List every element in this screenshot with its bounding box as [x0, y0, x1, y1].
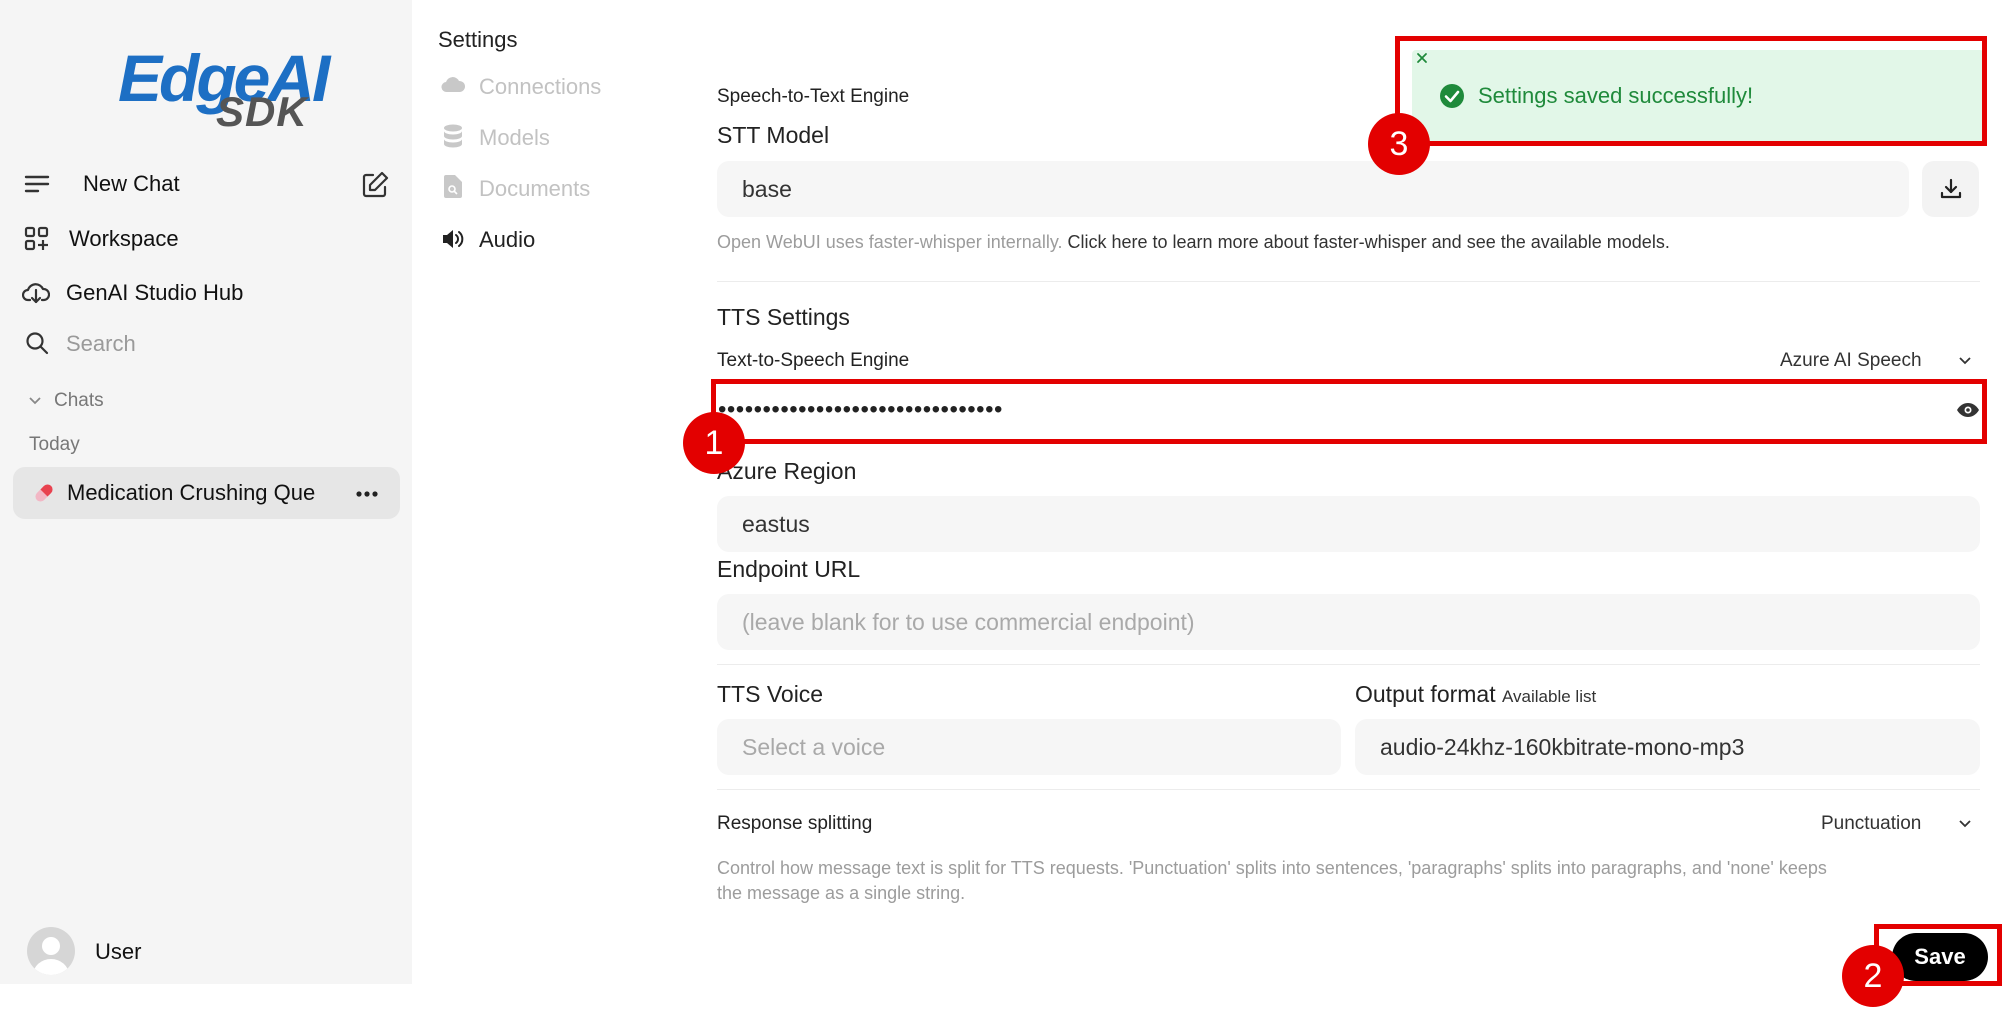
speaker-icon — [441, 228, 465, 250]
chat-item-title: Medication Crushing Que — [67, 480, 316, 505]
search-icon — [25, 331, 49, 355]
today-label: Today — [29, 434, 80, 455]
tts-settings-title: TTS Settings — [717, 304, 850, 330]
database-icon — [443, 124, 463, 148]
stt-model-field[interactable]: base — [717, 161, 1909, 217]
stt-help-muted: Open WebUI uses faster-whisper internall… — [717, 232, 1063, 252]
output-format-field[interactable]: audio-24khz-160kbitrate-mono-mp3 — [1355, 719, 1980, 775]
tts-engine-select[interactable]: Azure AI Speech — [1780, 350, 1922, 372]
chevron-down-icon[interactable] — [28, 396, 42, 406]
user-name[interactable]: User — [95, 939, 141, 965]
sidebar-item-genai-hub[interactable]: GenAI Studio Hub — [66, 280, 243, 306]
tab-connections[interactable]: Connections — [479, 74, 601, 100]
response-splitting-label: Response splitting — [717, 813, 873, 834]
azure-region-value: eastus — [742, 511, 810, 537]
stt-help-text: Open WebUI uses faster-whisper internall… — [717, 232, 1670, 253]
download-model-button[interactable] — [1922, 161, 1979, 217]
tab-audio[interactable]: Audio — [479, 227, 535, 253]
annotation-badge-3: 3 — [1368, 113, 1430, 175]
pill-icon — [33, 482, 55, 504]
stt-model-label: STT Model — [717, 122, 830, 148]
chats-folder-label[interactable]: Chats — [54, 390, 104, 412]
stt-model-value: base — [742, 176, 792, 202]
available-list-link[interactable]: Available list — [1502, 687, 1596, 706]
annotation-box-3 — [1395, 36, 1987, 146]
azure-region-field[interactable]: eastus — [717, 496, 1980, 552]
settings-title: Settings — [438, 27, 518, 52]
chat-list-item[interactable]: Medication Crushing Que — [13, 467, 400, 519]
endpoint-url-label: Endpoint URL — [717, 556, 861, 582]
faster-whisper-link[interactable]: Click here to learn more about faster-wh… — [1068, 232, 1670, 252]
response-splitting-select[interactable]: Punctuation — [1821, 813, 1921, 835]
avatar[interactable] — [27, 927, 75, 975]
workspace-icon — [24, 226, 50, 252]
document-icon — [444, 175, 462, 198]
download-icon — [1940, 178, 1962, 200]
tts-voice-field[interactable]: Select a voice — [717, 719, 1341, 775]
chevron-down-icon[interactable] — [1958, 356, 1972, 366]
more-options-icon[interactable] — [356, 491, 378, 497]
new-chat-link[interactable]: New Chat — [83, 171, 180, 197]
annotation-badge-2: 2 — [1842, 945, 1904, 1007]
output-format-label: Output format Available list — [1355, 681, 1596, 708]
search-input[interactable]: Search — [66, 331, 136, 357]
compose-icon[interactable] — [360, 170, 390, 200]
divider — [717, 281, 1980, 282]
tab-documents[interactable]: Documents — [479, 176, 590, 202]
output-format-value: audio-24khz-160kbitrate-mono-mp3 — [1380, 734, 1745, 760]
cloud-icon — [441, 75, 465, 93]
sdk-logo: SDK — [216, 88, 308, 135]
annotation-badge-1: 1 — [683, 412, 745, 474]
response-splitting-help-line2: the message as a single string. — [717, 883, 966, 903]
sidebar-item-workspace[interactable]: Workspace — [69, 226, 179, 252]
response-splitting-help-line1: Control how message text is split for TT… — [717, 858, 1827, 878]
divider — [717, 664, 1980, 665]
chevron-down-icon[interactable] — [1958, 819, 1972, 829]
endpoint-url-placeholder: (leave blank for to use commercial endpo… — [742, 609, 1195, 635]
cloud-download-icon — [22, 280, 50, 306]
output-format-title: Output format — [1355, 681, 1496, 707]
tts-voice-placeholder: Select a voice — [742, 734, 886, 760]
divider — [717, 789, 1980, 790]
endpoint-url-field[interactable]: (leave blank for to use commercial endpo… — [717, 594, 1980, 650]
tab-models[interactable]: Models — [479, 125, 550, 151]
menu-icon[interactable] — [24, 173, 50, 195]
annotation-box-1 — [711, 379, 1987, 444]
stt-engine-label: Speech-to-Text Engine — [717, 86, 910, 107]
tts-voice-label: TTS Voice — [717, 681, 824, 707]
tts-engine-label: Text-to-Speech Engine — [717, 350, 910, 371]
sidebar: EdgeAI SDK New Chat Workspace GenAI Stud… — [0, 0, 412, 984]
